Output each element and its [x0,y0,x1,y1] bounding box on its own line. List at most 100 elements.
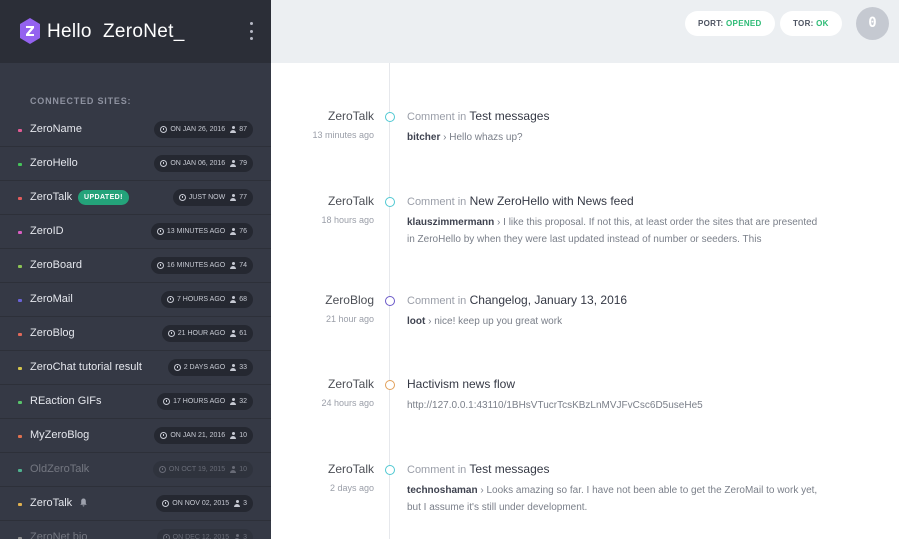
site-updated-time: JUST NOW [188,194,226,201]
clock-icon [163,398,171,405]
feed-site-name[interactable]: ZeroTalk [328,194,374,208]
site-row[interactable]: MyZeroBlog ON JAN 21, 2016 10 [0,419,271,453]
feed-author[interactable]: technoshaman [407,485,478,496]
site-updated-time: ON NOV 02, 2015 [172,500,230,507]
site-row[interactable]: ZeroChat tutorial result 2 DAYS AGO 33 [0,351,271,385]
clock-icon [178,194,186,201]
site-info-pill: ON JAN 06, 2016 79 [154,155,253,172]
site-row[interactable]: ZeroTalk ON NOV 02, 2015 3 [0,487,271,521]
sidebar: Hello ZeroNet_ CONNECTED SITES: ZeroName… [0,0,271,539]
timeline-marker [385,112,395,122]
feed-prefix: Comment in [407,111,467,123]
feed-site-name[interactable]: ZeroTalk [328,462,374,476]
brand-title: Hello ZeroNet_ [47,21,185,42]
site-status-dot [18,435,22,438]
peers-icon [230,262,237,269]
site-name: ZeroTalk [30,497,73,509]
peers-icon [230,466,237,473]
site-list: ZeroName ON JAN 26, 2016 87 ZeroHello ON JAN… [0,113,271,539]
peers-icon [230,398,237,405]
feed-time: 24 hours ago [321,398,374,408]
feed-body: http://127.0.0.1:43110/1BHsVTucrTcsKBzLn… [407,397,827,414]
user-avatar[interactable]: 0 [856,7,889,40]
site-status-dot [18,231,22,234]
clock-icon [158,466,166,473]
site-row[interactable]: ZeroTalk JUST NOW 77 UPDATED! [0,181,271,215]
site-peer-count: 74 [239,262,247,269]
site-peer-count: 3 [243,534,247,539]
feed-prefix: Comment in [407,295,467,307]
tor-value: OK [816,19,829,28]
feed-time: 18 hours ago [321,215,374,225]
connected-sites-label: CONNECTED SITES: [30,96,132,106]
site-info-pill: ON JAN 26, 2016 87 [154,121,253,138]
site-status-dot [18,163,22,166]
site-updated-time: ON JAN 06, 2016 [170,160,226,167]
site-name: ZeroID [30,225,64,237]
bell-icon [80,498,87,507]
feed-title-link[interactable]: Test messages [469,109,549,123]
feed-body-text: nice! keep up you great work [434,316,563,327]
site-name: ZeroMail [30,293,73,305]
feed-time: 2 days ago [329,483,374,493]
clock-icon [167,330,175,337]
site-status-dot [18,333,22,336]
feed-site-name[interactable]: ZeroBlog [325,293,374,307]
more-menu-icon[interactable] [243,20,259,42]
site-info-pill: 17 HOURS AGO 32 [157,393,253,410]
site-name: ZeroHello [30,157,78,169]
clock-icon [162,534,170,539]
feed-author[interactable]: bitcher [407,132,440,143]
site-peer-count: 76 [239,228,247,235]
site-peer-count: 10 [239,466,247,473]
site-row[interactable]: ZeroNet bio ON DEC 12, 2015 3 [0,521,271,539]
feed-title-link[interactable]: New ZeroHello with News feed [470,194,634,208]
feed-title-link[interactable]: Changelog, January 13, 2016 [470,293,627,307]
feed-body: loot › nice! keep up you great work [407,316,563,327]
site-updated-time: 13 MINUTES AGO [166,228,226,235]
site-row[interactable]: ZeroBoard 16 MINUTES AGO 74 [0,249,271,283]
site-updated-time: 17 HOURS AGO [173,398,226,405]
peers-icon [234,534,241,539]
feed-title-link[interactable]: Hactivism news flow [407,377,515,391]
feed-site-name[interactable]: ZeroTalk [328,377,374,391]
feed-site-name[interactable]: ZeroTalk [328,109,374,123]
site-updated-time: ON JAN 21, 2016 [170,432,226,439]
peers-icon [230,432,237,439]
timeline-marker [385,197,395,207]
site-info-pill: 16 MINUTES AGO 74 [150,257,253,274]
site-row[interactable]: ZeroID 13 MINUTES AGO 76 [0,215,271,249]
peers-icon [230,160,237,167]
site-name: REaction GIFs [30,395,102,407]
feed-author[interactable]: klauszimmermann [407,217,494,228]
peers-icon [230,364,237,371]
feed-author[interactable]: loot [407,316,425,327]
feed-heading: Comment in Test messages [407,109,549,123]
site-row[interactable]: ZeroHello ON JAN 06, 2016 79 [0,147,271,181]
site-name: ZeroBoard [30,259,82,271]
site-info-pill: ON DEC 12, 2015 3 [156,529,253,539]
tor-status: TOR: OK [780,11,842,36]
site-row[interactable]: REaction GIFs 17 HOURS AGO 32 [0,385,271,419]
tor-label: TOR: [793,19,814,28]
site-row[interactable]: ZeroName ON JAN 26, 2016 87 [0,113,271,147]
site-updated-time: 16 MINUTES AGO [166,262,226,269]
peers-icon [234,500,241,507]
peers-icon [230,194,237,201]
site-updated-time: 2 DAYS AGO [183,364,226,371]
site-row[interactable]: ZeroBlog 21 HOUR AGO 61 [0,317,271,351]
site-row[interactable]: OldZeroTalk ON OCT 19, 2015 10 [0,453,271,487]
feed-heading: Comment in Test messages [407,462,549,476]
feed-title-link[interactable]: Test messages [469,462,549,476]
site-status-dot [18,401,22,404]
site-peer-count: 10 [239,432,247,439]
clock-icon [173,364,181,371]
site-peer-count: 87 [239,126,247,133]
feed-heading: Comment in Changelog, January 13, 2016 [407,293,627,307]
site-updated-time: 21 HOUR AGO [177,330,226,337]
feed-body: klauszimmermann › I like this proposal. … [407,217,818,245]
site-row[interactable]: ZeroMail 7 HOURS AGO 68 [0,283,271,317]
clock-icon [160,160,168,167]
clock-icon [156,228,164,235]
peers-icon [230,330,237,337]
